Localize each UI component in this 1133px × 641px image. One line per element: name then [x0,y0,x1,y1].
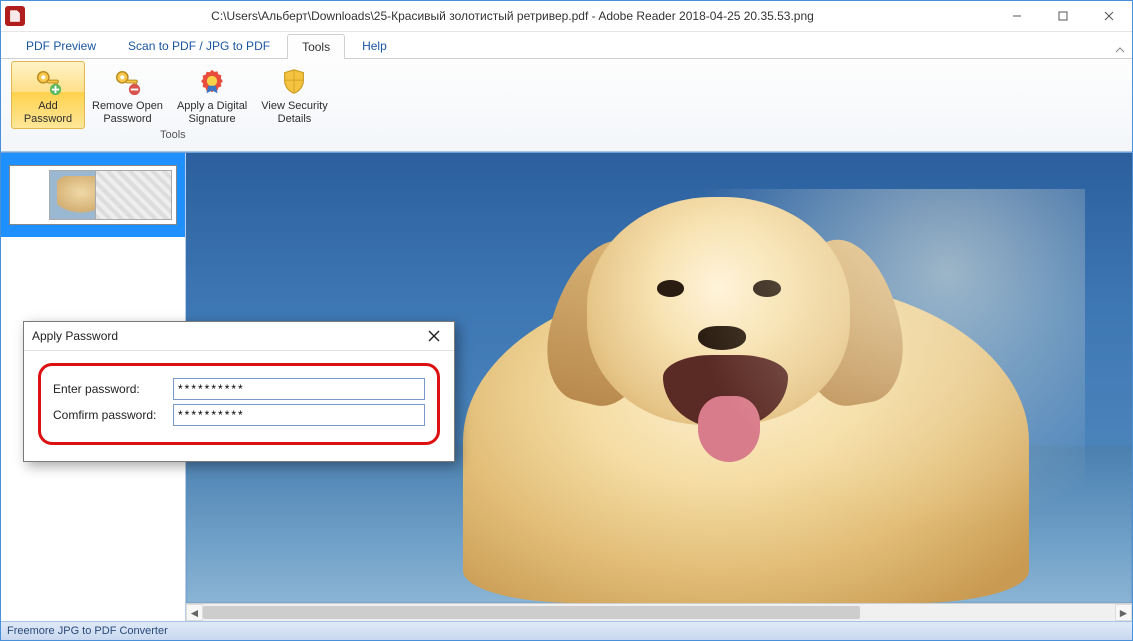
status-text: Freemore JPG to PDF Converter [7,625,168,637]
minimize-button[interactable] [994,1,1040,31]
ribbon-btn-label: Apply a Digital [177,100,247,112]
add-password-button[interactable]: AddPassword [11,61,85,129]
ribbon: AddPassword Remove OpenPassword Apply a … [1,58,1132,152]
ribbon-group-tools: AddPassword Remove OpenPassword Apply a … [7,61,339,151]
ribbon-btn-label: Signature [189,113,236,125]
ribbon-minimize-button[interactable] [1108,46,1132,58]
statusbar: Freemore JPG to PDF Converter [1,621,1132,640]
window-title: C:\Users\Альберт\Downloads\25-Красивый з… [31,9,994,23]
tab-tools[interactable]: Tools [287,34,345,59]
ribbon-group-label: Tools [160,129,186,143]
scroll-left-button[interactable]: ◄ [186,604,203,621]
confirm-password-label: Comfirm password: [53,408,173,422]
ribbon-btn-label: View Security [261,100,327,112]
maximize-button[interactable] [1040,1,1086,31]
key-remove-icon [111,66,143,98]
ribbon-seal-icon [196,66,228,98]
dialog-title: Apply Password [32,329,118,343]
tab-help[interactable]: Help [347,33,402,58]
app-icon [5,6,25,26]
enter-password-input[interactable] [173,378,425,400]
app-window: C:\Users\Альберт\Downloads\25-Красивый з… [0,0,1133,641]
menubar: PDF Preview Scan to PDF / JPG to PDF Too… [1,32,1108,58]
view-security-details-button[interactable]: View SecurityDetails [254,61,334,129]
dialog-close-button[interactable] [422,324,446,348]
ribbon-btn-label: Password [24,113,72,125]
scroll-right-button[interactable]: ► [1115,604,1132,621]
ribbon-btn-label: Details [278,113,312,125]
scroll-track[interactable] [203,604,1115,621]
apply-digital-signature-button[interactable]: Apply a DigitalSignature [170,61,254,129]
thumbnail-preview-blank [95,170,172,220]
ribbon-btn-label: Add [38,100,58,112]
titlebar: C:\Users\Альберт\Downloads\25-Красивый з… [1,1,1132,32]
scroll-thumb[interactable] [203,606,860,619]
confirm-password-input[interactable] [173,404,425,426]
dialog-titlebar[interactable]: Apply Password [24,322,454,351]
remove-open-password-button[interactable]: Remove OpenPassword [85,61,170,129]
thumbnail-selected[interactable] [1,153,185,237]
window-controls [994,1,1132,31]
enter-password-label: Enter password: [53,382,173,396]
ribbon-btn-label: Password [103,113,151,125]
horizontal-scrollbar[interactable]: ◄ ► [186,603,1132,621]
page-thumbnail [9,165,177,225]
shield-icon [278,66,310,98]
annotation-highlight: Enter password: Comfirm password: [38,363,440,445]
key-add-icon [32,66,64,98]
ribbon-btn-label: Remove Open [92,100,163,112]
apply-password-dialog: Apply Password Enter password: Comfirm p… [23,321,455,462]
close-button[interactable] [1086,1,1132,31]
tab-pdf-preview[interactable]: PDF Preview [11,33,111,58]
tab-scan-to-pdf[interactable]: Scan to PDF / JPG to PDF [113,33,285,58]
